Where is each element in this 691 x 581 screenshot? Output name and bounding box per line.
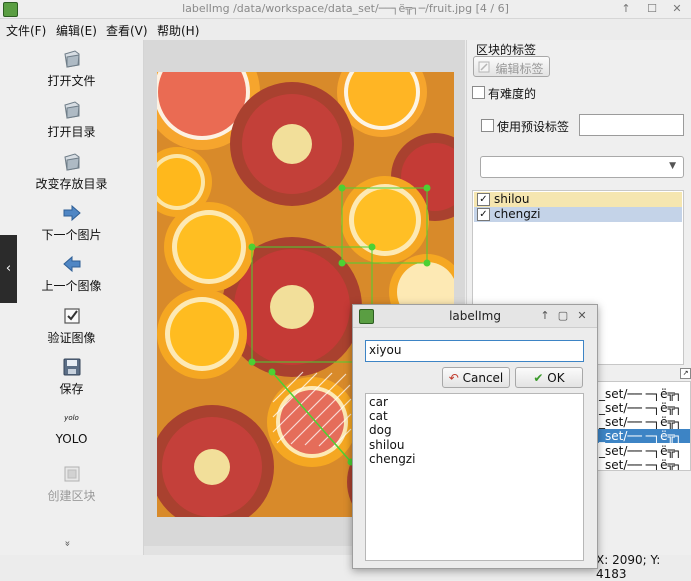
- label-checkbox-shilou[interactable]: ✓: [477, 193, 490, 206]
- dialog-label-input[interactable]: xiyou: [365, 340, 584, 362]
- file-item[interactable]: _set/── ─┐ë╦┐: [596, 415, 690, 429]
- yolo-format-button[interactable]: yolo YOLO: [0, 412, 143, 446]
- file-item[interactable]: _set/── ─┐ë╦┐: [596, 458, 690, 470]
- menu-help[interactable]: 帮助(H): [157, 22, 199, 39]
- change-save-dir-label: 改变存放目录: [35, 177, 108, 191]
- label-combo[interactable]: ▼: [480, 156, 684, 178]
- yolo-icon: yolo: [64, 414, 79, 422]
- yolo-label: YOLO: [55, 432, 88, 446]
- chevron-down-icon: ▼: [669, 161, 676, 171]
- cancel-icon: ↶: [448, 371, 459, 385]
- maximize-button[interactable]: ☐: [645, 2, 659, 16]
- open-dir-label: 打开目录: [47, 125, 96, 139]
- prev-image-button[interactable]: 上一个图像: [0, 253, 143, 294]
- open-file-button[interactable]: 打开文件: [0, 48, 143, 89]
- cancel-label: Cancel: [462, 371, 504, 385]
- title-bar: labelImg /data/workspace/data_set/──┐ë╦┐…: [0, 0, 691, 19]
- create-box-icon: [64, 466, 79, 482]
- open-dir-button[interactable]: 打开目录: [0, 99, 143, 140]
- menu-edit[interactable]: 编辑(E): [56, 22, 97, 39]
- save-label: 保存: [59, 382, 84, 396]
- ok-button[interactable]: ✔ OK: [515, 367, 583, 388]
- label-dialog: labelImg ↑ ▢ ✕ xiyou ↶ Cancel ✔ OK car c…: [352, 304, 598, 569]
- prev-arrow-icon[interactable]: ‹: [0, 235, 17, 303]
- folder-icon: [63, 153, 80, 171]
- create-box-label: 创建区块: [47, 489, 96, 503]
- file-list[interactable]: _set/── ─┐ë╦┐ _set/── ─┐ë╦┐ _set/── ─┐ë╦…: [595, 381, 691, 471]
- float-dock-icon[interactable]: ↗: [680, 368, 691, 379]
- next-image-label: 下一个图片: [41, 228, 102, 242]
- label-item-shilou[interactable]: ✓ shilou: [474, 192, 682, 207]
- default-label-input[interactable]: [579, 114, 684, 136]
- label-checkbox-chengzi[interactable]: ✓: [477, 208, 490, 221]
- use-default-label-text: 使用预设标签: [497, 120, 570, 134]
- dialog-close-button[interactable]: ✕: [575, 309, 589, 323]
- use-default-label-checkbox[interactable]: [481, 119, 494, 132]
- edit-label-text: 编辑标签: [495, 62, 544, 76]
- cancel-button[interactable]: ↶ Cancel: [442, 367, 510, 388]
- dialog-list-item[interactable]: chengzi: [369, 452, 415, 466]
- label-item-text: shilou: [494, 192, 530, 206]
- prev-image-label: 上一个图像: [41, 279, 102, 293]
- arrow-right-icon: [63, 204, 81, 222]
- dialog-label-list[interactable]: car cat dog shilou chengzi: [365, 393, 584, 561]
- menu-view[interactable]: 查看(V): [106, 22, 148, 39]
- edit-icon: [478, 61, 490, 73]
- change-save-dir-button[interactable]: 改变存放目录: [0, 151, 143, 192]
- arrow-left-icon: [62, 255, 80, 273]
- folder-icon: [63, 50, 80, 68]
- dialog-title-bar: labelImg ↑ ▢ ✕: [353, 305, 597, 328]
- dialog-list-item[interactable]: shilou: [369, 438, 404, 452]
- dialog-list-item[interactable]: dog: [369, 423, 392, 437]
- file-item[interactable]: _set/── ─┐ë╦┐: [596, 401, 690, 415]
- file-item[interactable]: _set/── ─┐ë╦┐: [596, 444, 690, 458]
- next-image-button[interactable]: 下一个图片: [0, 202, 143, 243]
- close-button[interactable]: ✕: [670, 2, 684, 16]
- dialog-list-item[interactable]: cat: [369, 409, 388, 423]
- save-button[interactable]: 保存: [0, 356, 143, 397]
- dialog-maximize-button[interactable]: ▢: [556, 309, 570, 323]
- menu-file[interactable]: 文件(F): [6, 22, 46, 39]
- open-file-label: 打开文件: [47, 74, 96, 88]
- menu-bar: 文件(F) 编辑(E) 查看(V) 帮助(H): [0, 19, 691, 40]
- toolbar-more-icon[interactable]: »: [62, 540, 73, 546]
- ok-label: OK: [547, 371, 565, 385]
- cursor-coordinates: X: 2090; Y: 4183: [596, 553, 661, 581]
- label-item-text: chengzi: [494, 207, 541, 221]
- checkbox-icon: [63, 308, 80, 324]
- difficult-checkbox[interactable]: [472, 86, 485, 99]
- verify-image-label: 验证图像: [47, 331, 96, 345]
- folder-icon: [63, 101, 80, 119]
- file-item-selected[interactable]: _set/── ─┐ë╦┐: [596, 429, 690, 443]
- dialog-list-item[interactable]: car: [369, 395, 388, 409]
- label-item-chengzi[interactable]: ✓ chengzi: [474, 207, 682, 222]
- dialog-keep-above-button[interactable]: ↑: [538, 309, 552, 323]
- checkmark-icon: ✔: [533, 371, 544, 385]
- file-item[interactable]: _set/── ─┐ë╦┐: [596, 387, 690, 401]
- save-icon: [63, 358, 80, 376]
- edit-label-button[interactable]: 编辑标签: [473, 56, 550, 77]
- verify-image-button[interactable]: 验证图像: [0, 305, 143, 346]
- keep-above-button[interactable]: ↑: [619, 2, 633, 16]
- create-box-button[interactable]: 创建区块: [0, 463, 143, 504]
- difficult-label: 有难度的: [488, 87, 537, 101]
- window-title: labelImg /data/workspace/data_set/──┐ë╦┐…: [182, 2, 509, 15]
